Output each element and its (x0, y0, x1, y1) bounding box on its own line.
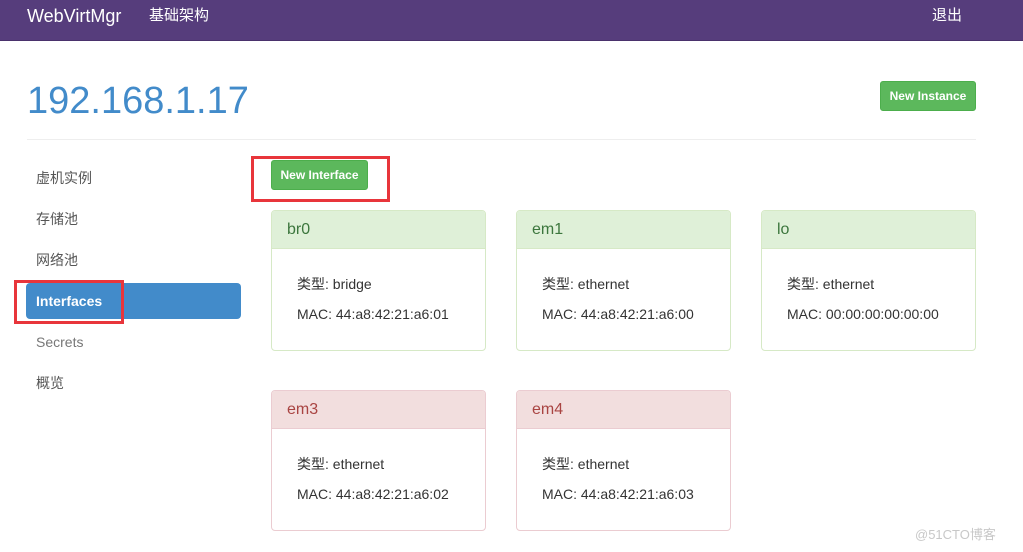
interface-mac: MAC: 44:a8:42:21:a6:03 (542, 484, 730, 514)
interface-mac: MAC: 44:a8:42:21:a6:01 (297, 304, 485, 334)
mac-label: MAC: (787, 306, 826, 322)
interface-type: 类型: bridge (297, 274, 485, 304)
interface-panel[interactable]: lo 类型: ethernet MAC: 00:00:00:00:00:00 (761, 210, 976, 351)
new-instance-button[interactable]: New Instance (880, 81, 976, 111)
interface-type: 类型: ethernet (297, 454, 485, 484)
type-label: 类型: (297, 276, 333, 292)
type-value: ethernet (577, 456, 630, 472)
brand-link[interactable]: WebVirtMgr (27, 6, 121, 26)
mac-label: MAC: (542, 486, 581, 502)
sidebar-item-instances[interactable]: 虚机实例 (26, 160, 241, 196)
type-label: 类型: (542, 276, 578, 292)
interface-name[interactable]: em1 (517, 211, 730, 249)
type-value: bridge (332, 276, 372, 292)
page-title: 192.168.1.17 (27, 80, 249, 122)
interface-type: 类型: ethernet (542, 274, 730, 304)
interface-panel[interactable]: br0 类型: bridge MAC: 44:a8:42:21:a6:01 (271, 210, 486, 351)
sidebar-item-secrets[interactable]: Secrets (26, 324, 241, 360)
mac-value: 44:a8:42:21:a6:01 (335, 306, 449, 322)
type-label: 类型: (542, 456, 578, 472)
sidebar-item-overview[interactable]: 概览 (26, 365, 241, 401)
interface-name[interactable]: em3 (272, 391, 485, 429)
interface-panel[interactable]: em4 类型: ethernet MAC: 44:a8:42:21:a6:03 (516, 390, 731, 531)
type-label: 类型: (297, 456, 333, 472)
watermark: @51CTO博客 (915, 527, 996, 542)
interface-panel[interactable]: em3 类型: ethernet MAC: 44:a8:42:21:a6:02 (271, 390, 486, 531)
mac-value: 00:00:00:00:00:00 (825, 306, 939, 322)
mac-value: 44:a8:42:21:a6:02 (335, 486, 449, 502)
interface-panel[interactable]: em1 类型: ethernet MAC: 44:a8:42:21:a6:00 (516, 210, 731, 351)
interface-type: 类型: ethernet (787, 274, 975, 304)
sidebar: 虚机实例 存储池 网络池 Interfaces Secrets 概览 (26, 160, 241, 406)
interface-name[interactable]: br0 (272, 211, 485, 249)
header-divider (27, 139, 976, 140)
type-value: ethernet (332, 456, 385, 472)
mac-value: 44:a8:42:21:a6:03 (580, 486, 694, 502)
mac-label: MAC: (297, 306, 336, 322)
mac-label: MAC: (542, 306, 581, 322)
interface-mac: MAC: 44:a8:42:21:a6:00 (542, 304, 730, 334)
type-label: 类型: (787, 276, 823, 292)
logout-link[interactable]: 退出 (932, 6, 962, 26)
interface-name[interactable]: em4 (517, 391, 730, 429)
interface-mac: MAC: 00:00:00:00:00:00 (787, 304, 975, 334)
mac-label: MAC: (297, 486, 336, 502)
type-value: ethernet (822, 276, 875, 292)
interface-mac: MAC: 44:a8:42:21:a6:02 (297, 484, 485, 514)
sidebar-item-interfaces[interactable]: Interfaces (26, 283, 241, 319)
sidebar-item-storage[interactable]: 存储池 (26, 201, 241, 237)
nav-infrastructure-link[interactable]: 基础架构 (149, 6, 209, 26)
sidebar-item-networks[interactable]: 网络池 (26, 242, 241, 278)
interface-type: 类型: ethernet (542, 454, 730, 484)
type-value: ethernet (577, 276, 630, 292)
top-navbar: WebVirtMgr 基础架构 退出 (0, 0, 1023, 41)
interface-name[interactable]: lo (762, 211, 975, 249)
mac-value: 44:a8:42:21:a6:00 (580, 306, 694, 322)
new-interface-button[interactable]: New Interface (271, 160, 368, 190)
